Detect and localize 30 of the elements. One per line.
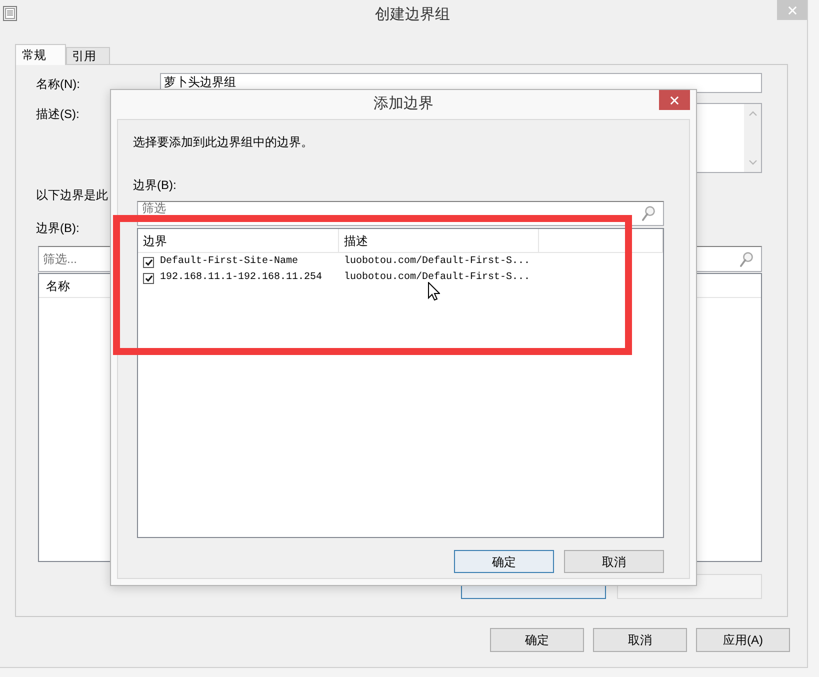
cancel-button[interactable]: 取消 bbox=[564, 550, 664, 573]
tab[interactable]: 常规 bbox=[15, 44, 66, 65]
cancel-button[interactable]: 取消 bbox=[593, 628, 687, 652]
cursor-icon bbox=[428, 282, 440, 301]
checkbox[interactable] bbox=[143, 272, 154, 284]
table-cell: luobotou.com/Default-First-S... bbox=[344, 272, 530, 284]
table-cell: luobotou.com/Default-First-S... bbox=[344, 256, 530, 268]
ok-button[interactable]: 确定 bbox=[490, 628, 584, 652]
tab[interactable]: 引用 bbox=[66, 47, 110, 64]
column-header[interactable]: 边界 bbox=[138, 229, 339, 252]
apply-button[interactable]: 应用(A) bbox=[696, 628, 790, 652]
table-cell: Default-First-Site-Name bbox=[160, 256, 298, 268]
document-icon bbox=[3, 6, 17, 21]
field-label: 边界(B): bbox=[133, 178, 176, 192]
search-icon bbox=[740, 252, 753, 266]
field-label: 描述(S): bbox=[36, 107, 80, 121]
close-icon bbox=[788, 6, 796, 14]
table-cell: 192.168.11.1-192.168.11.254 bbox=[160, 272, 322, 284]
dialog-title: 添加边界 bbox=[374, 95, 434, 113]
close-button[interactable] bbox=[659, 90, 690, 110]
instruction-text: 选择要添加到此边界组中的边界。 bbox=[133, 135, 313, 149]
field-label: 名称(N): bbox=[36, 77, 80, 91]
list-caption: 以下边界是此 bbox=[36, 188, 108, 202]
close-icon bbox=[670, 96, 679, 104]
window-title: 创建边界组 bbox=[375, 6, 450, 24]
checkbox[interactable] bbox=[143, 256, 154, 268]
column-header[interactable]: 描述 bbox=[339, 229, 539, 252]
field-label: 边界(B): bbox=[36, 221, 80, 235]
search-icon bbox=[642, 206, 655, 221]
ok-button[interactable]: 确定 bbox=[454, 550, 554, 573]
